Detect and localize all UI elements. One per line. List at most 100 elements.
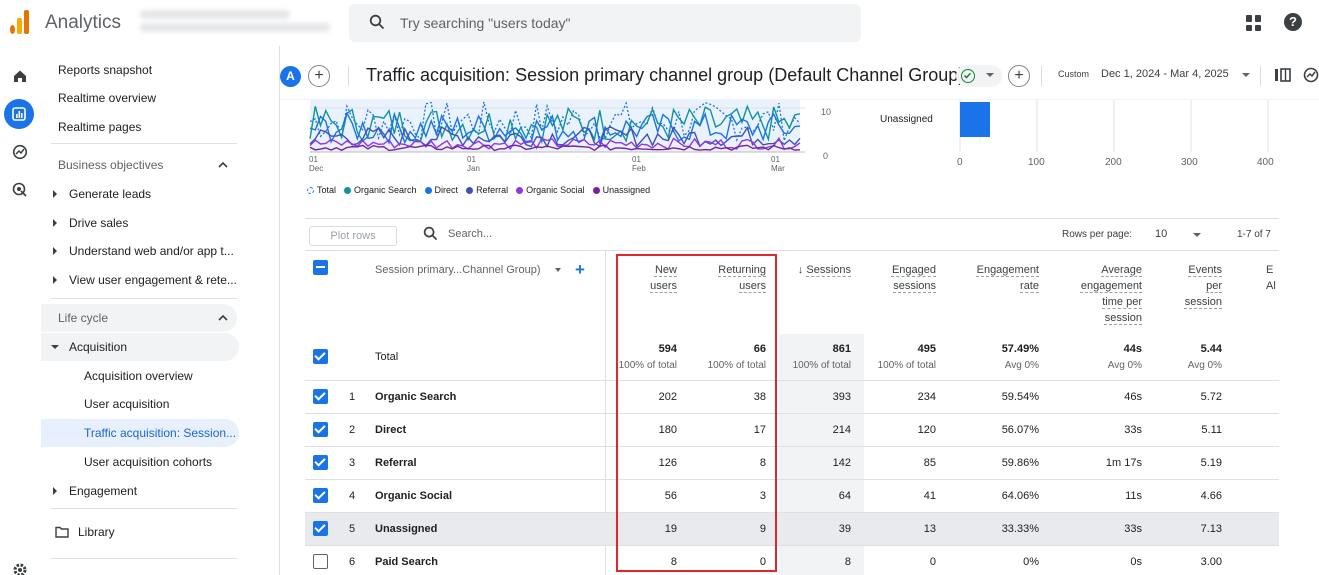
col-header-avg-engagement-time[interactable]: Average engagement time per session	[1062, 262, 1142, 326]
total-engagement-rate: 57.49%	[1001, 343, 1039, 355]
row-checkbox[interactable]	[313, 521, 328, 536]
total-row-checkbox[interactable]	[313, 349, 328, 364]
cell-engaged-sessions: 120	[917, 424, 936, 436]
sidebar-item-label: Acquisition	[69, 340, 128, 354]
sidebar-item-library[interactable]: Library	[41, 518, 239, 546]
table-row[interactable]: 1 Organic Search 202 38 393 234 59.54% 46s 5.72	[305, 380, 1279, 413]
legend-item[interactable]: Organic Search	[344, 185, 417, 195]
header-text: sessions	[893, 280, 936, 292]
y-tick-label: 0	[823, 151, 829, 161]
add-filter-button[interactable]: +	[1008, 65, 1030, 87]
legend-item[interactable]: Direct	[424, 185, 458, 195]
cell-engagement-rate: 56.07%	[1001, 424, 1039, 436]
col-header-events-per-session[interactable]: Events per session	[1165, 262, 1222, 310]
row-checkbox[interactable]	[313, 389, 328, 404]
sidebar-item-realtime-pages[interactable]: Realtime pages	[41, 113, 239, 141]
cell-avg-time: 1m 17s	[1105, 457, 1142, 469]
row-checkbox[interactable]	[313, 455, 328, 470]
apps-grid-icon[interactable]	[1246, 15, 1262, 31]
analytics-logo-icon[interactable]	[10, 10, 32, 34]
date-range-picker[interactable]: Dec 1, 2024 - Mar 4, 2025	[1101, 68, 1229, 80]
col-header-engagement-rate[interactable]: Engagement rate	[960, 262, 1039, 294]
chevron-down-icon[interactable]	[1242, 73, 1250, 77]
data-quality-button[interactable]	[956, 65, 1002, 87]
col-header-truncated[interactable]: E Al	[1266, 262, 1280, 294]
comparison-avatar[interactable]: A	[280, 66, 301, 87]
table-row[interactable]: 2 Direct 180 17 214 120 56.07% 33s 5.11	[305, 413, 1279, 446]
divider	[51, 143, 237, 144]
sidebar-item-acquisition-overview[interactable]: Acquisition overview	[41, 362, 239, 390]
sidebar-item-traffic-acquisition[interactable]: Traffic acquisition: Session...	[41, 419, 239, 447]
sidebar-item-user-engagement[interactable]: View user engagement & rete...	[41, 266, 239, 294]
cell-sessions: 8	[844, 556, 851, 568]
total-events: 5.44	[1200, 343, 1222, 355]
cell-avg-time: 46s	[1124, 391, 1142, 403]
table-row[interactable]: 6 Paid Search 8 0 8 0 0% 0s 3.00	[305, 545, 1279, 575]
reports-icon[interactable]	[4, 99, 34, 129]
dimension-header[interactable]: Session primary...Channel Group)	[375, 264, 540, 276]
row-checkbox[interactable]	[313, 554, 328, 569]
table-row[interactable]: 4 Organic Social 56 3 64 41 64.06% 11s 4.66	[305, 479, 1279, 512]
header-text: time per	[1102, 296, 1142, 308]
select-all-checkbox[interactable]	[313, 260, 328, 275]
sidebar-item-generate-leads[interactable]: Generate leads	[41, 180, 239, 208]
row-checkbox[interactable]	[313, 422, 328, 437]
x-tick-month: Dec	[309, 164, 324, 173]
table-search-input[interactable]: Search...	[448, 228, 492, 240]
sidebar-item-label: Generate leads	[69, 187, 152, 201]
total-engagement-rate-sub: Avg 0%	[1004, 360, 1039, 371]
sidebar-item-acquisition[interactable]: Acquisition	[41, 333, 239, 361]
cell-sessions: 64	[838, 490, 851, 502]
legend-swatch	[344, 186, 352, 194]
legend-label: Referral	[476, 185, 509, 195]
help-icon[interactable]: ?	[1284, 13, 1302, 31]
sidebar-item-reports-snapshot[interactable]: Reports snapshot	[41, 56, 239, 84]
y-tick-label: 10	[821, 107, 832, 117]
cell-sessions: 393	[832, 391, 851, 403]
row-checkbox[interactable]	[313, 488, 328, 503]
section-business-objectives[interactable]: Business objectives	[41, 151, 237, 179]
row-number: 6	[349, 556, 356, 568]
table-row[interactable]: 5 Unassigned 19 9 39 13 33.33% 33s 7.13	[305, 512, 1279, 545]
header-text: Al	[1266, 280, 1276, 292]
row-channel-name: Paid Search	[375, 556, 438, 568]
section-life-cycle[interactable]: Life cycle	[41, 304, 237, 332]
x-tick-label: 01 Mar	[771, 155, 785, 173]
col-header-sessions[interactable]: ↓ Sessions	[785, 262, 851, 278]
legend-swatch	[307, 186, 314, 194]
bar-unassigned[interactable]	[960, 102, 990, 137]
advertising-icon[interactable]	[8, 178, 32, 202]
row-channel-name: Direct	[375, 424, 407, 436]
legend-item[interactable]: Organic Social	[516, 185, 585, 195]
cell-engagement-rate: 59.54%	[1001, 391, 1039, 403]
add-comparison-button[interactable]: +	[308, 65, 330, 87]
sidebar-item-realtime-overview[interactable]: Realtime overview	[41, 84, 239, 112]
insights-icon[interactable]	[1302, 67, 1319, 83]
home-icon[interactable]	[8, 64, 32, 88]
legend-item[interactable]: Total	[307, 185, 336, 195]
plot-rows-button[interactable]: Plot rows	[309, 226, 397, 246]
sidebar-item-label: User acquisition	[84, 397, 170, 411]
sidebar-item-understand-traffic[interactable]: Understand web and/or app t...	[41, 237, 239, 265]
sidebar-item-drive-sales[interactable]: Drive sales	[41, 209, 239, 237]
legend-item[interactable]: Unassigned	[592, 185, 650, 195]
bar-tick-label: 0	[957, 157, 963, 168]
settings-icon[interactable]	[12, 562, 28, 575]
table-row[interactable]: 3 Referral 126 8 142 85 59.86% 1m 17s 5.19	[305, 446, 1279, 479]
col-header-engaged-sessions[interactable]: Engaged sessions	[868, 262, 936, 294]
explore-icon[interactable]	[8, 140, 32, 164]
compare-columns-icon[interactable]	[1274, 67, 1292, 83]
x-tick-month: Jan	[467, 164, 480, 173]
sidebar-item-engagement[interactable]: Engagement	[41, 477, 239, 505]
dimension-dropdown-icon[interactable]	[555, 268, 561, 272]
legend-item[interactable]: Referral	[466, 185, 508, 195]
chevron-down-icon[interactable]	[1193, 233, 1201, 237]
divider	[1260, 66, 1261, 86]
rows-per-page-select[interactable]: 10	[1155, 228, 1167, 240]
sidebar-item-user-acquisition-cohorts[interactable]: User acquisition cohorts	[41, 448, 239, 476]
add-dimension-icon[interactable]: +	[575, 260, 585, 280]
search-input[interactable]: Try searching "users today"	[349, 4, 861, 42]
sidebar-item-user-acquisition[interactable]: User acquisition	[41, 390, 239, 418]
cell-engaged-sessions: 0	[929, 556, 936, 568]
account-selector[interactable]	[140, 6, 340, 40]
